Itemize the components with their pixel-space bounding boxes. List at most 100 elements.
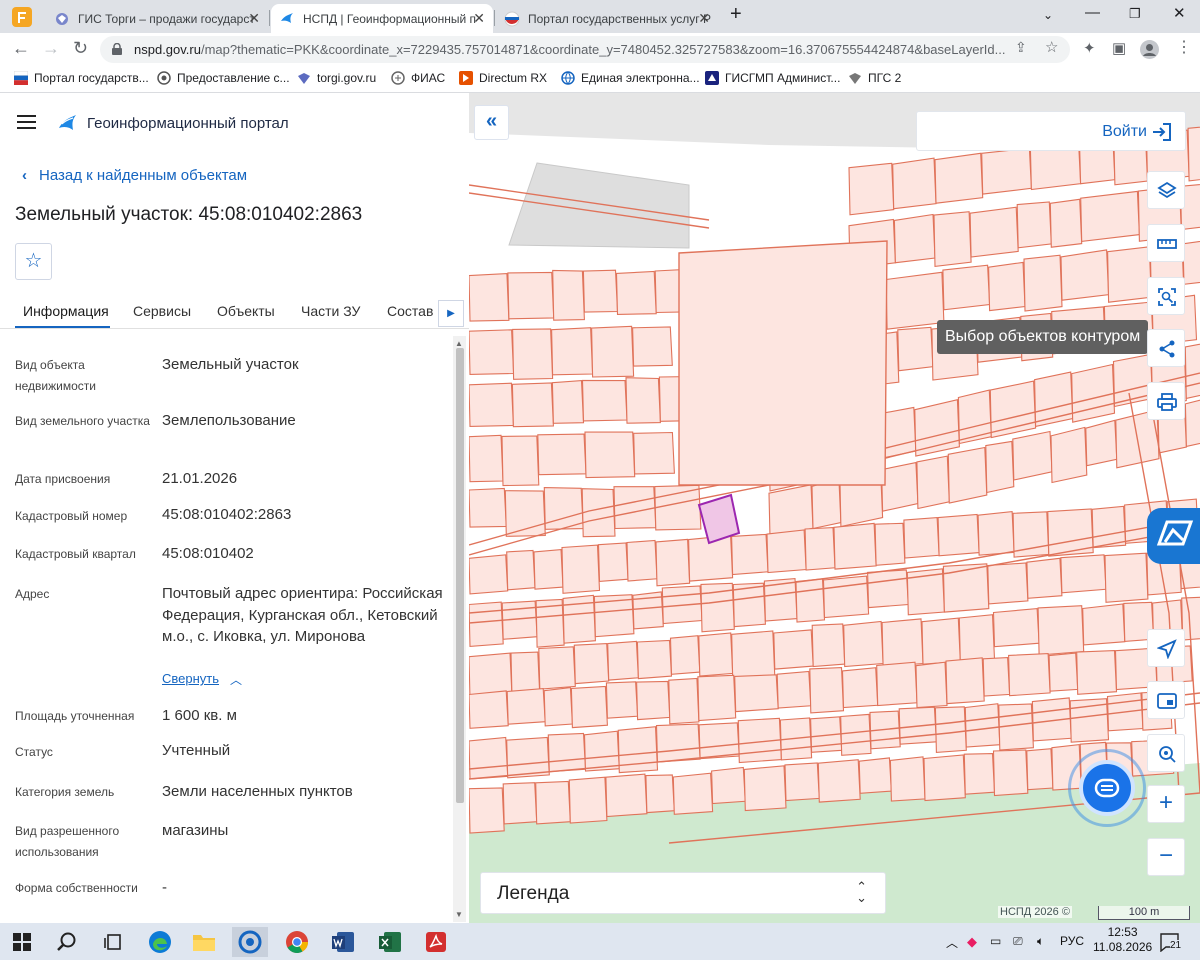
share-button[interactable]	[1147, 329, 1185, 367]
land-parcel[interactable]	[881, 618, 924, 668]
volume-icon[interactable]: 🔈︎	[1037, 934, 1044, 949]
land-parcel[interactable]	[613, 486, 657, 530]
land-parcel[interactable]	[942, 264, 991, 311]
land-parcel[interactable]	[766, 529, 807, 574]
land-parcel[interactable]	[543, 487, 584, 530]
land-parcel[interactable]	[1023, 254, 1063, 312]
land-parcel[interactable]	[841, 667, 879, 709]
land-parcel[interactable]	[697, 674, 737, 722]
land-parcel[interactable]	[881, 461, 919, 512]
close-tab-icon[interactable]: ✕	[698, 10, 710, 27]
taskbar-edge[interactable]	[142, 927, 178, 957]
tray-monitor-icon[interactable]: ▭	[990, 934, 1001, 948]
land-parcel[interactable]	[942, 563, 990, 613]
land-parcel[interactable]	[809, 667, 845, 714]
land-parcel[interactable]	[552, 269, 585, 321]
land-parcel[interactable]	[989, 380, 1037, 439]
land-parcel[interactable]	[1182, 240, 1200, 285]
land-parcel[interactable]	[636, 680, 671, 721]
land-parcel[interactable]	[511, 382, 554, 428]
land-parcel[interactable]	[469, 329, 515, 375]
close-tab-icon[interactable]: ✕	[248, 10, 260, 27]
feedback-side-tab[interactable]	[1147, 508, 1200, 564]
land-parcel[interactable]	[848, 162, 895, 216]
bookmark-predostavlenie[interactable]: Предоставление с...	[157, 71, 290, 85]
land-parcel[interactable]	[889, 756, 926, 802]
land-parcel[interactable]	[731, 630, 776, 681]
extensions-puzzle-icon[interactable]: ✦	[1083, 39, 1096, 57]
land-parcel[interactable]	[1085, 419, 1118, 467]
land-parcel[interactable]	[469, 382, 514, 427]
land-parcel[interactable]	[776, 670, 812, 709]
scroll-down-arrow-icon[interactable]: ▼	[455, 910, 463, 919]
land-parcel[interactable]	[507, 271, 555, 320]
land-parcel[interactable]	[923, 754, 966, 802]
tab-nspd[interactable]: НСПД | Геоинформационный п ✕	[271, 4, 493, 33]
land-parcel[interactable]	[561, 544, 601, 594]
new-tab-button[interactable]: +	[730, 3, 742, 26]
land-parcel[interactable]	[933, 211, 972, 268]
land-parcel[interactable]	[876, 661, 918, 707]
minimap-button[interactable]	[1147, 681, 1185, 719]
zoom-out-button[interactable]: −	[1147, 838, 1185, 876]
land-parcel[interactable]	[945, 657, 985, 705]
land-parcel[interactable]	[858, 757, 892, 794]
tab-information[interactable]: Информация	[23, 303, 109, 319]
back-arrow-icon[interactable]: ←	[12, 38, 30, 59]
close-window-button[interactable]: ✕	[1173, 4, 1186, 22]
land-parcel[interactable]	[804, 527, 836, 571]
land-parcel[interactable]	[469, 601, 504, 647]
bookmark-gosuslugi[interactable]: Портал государств...	[14, 71, 149, 85]
tab-gosuslugi[interactable]: Портал государственных услуг Р ✕	[496, 4, 718, 33]
search-location-button[interactable]	[1147, 734, 1185, 772]
taskbar-chrome[interactable]	[279, 927, 315, 957]
land-parcel[interactable]	[773, 629, 814, 670]
layers-button[interactable]	[1147, 171, 1185, 209]
land-parcel[interactable]	[1091, 505, 1127, 549]
minimize-button[interactable]: —	[1085, 4, 1100, 21]
land-parcel[interactable]	[867, 569, 909, 609]
print-button[interactable]	[1147, 382, 1185, 420]
land-parcel[interactable]	[795, 578, 826, 623]
land-parcel[interactable]	[987, 562, 1029, 605]
land-parcel[interactable]	[469, 736, 509, 780]
land-parcel[interactable]	[584, 431, 636, 479]
land-parcel[interactable]	[533, 549, 564, 590]
land-parcel[interactable]	[605, 773, 648, 818]
bookmark-gisgmp[interactable]: ГИСГМП Админист...	[705, 71, 840, 85]
land-parcel[interactable]	[1026, 557, 1063, 599]
land-parcel[interactable]	[937, 513, 980, 557]
land-parcel[interactable]	[982, 657, 1011, 697]
land-parcel[interactable]	[1107, 246, 1152, 303]
land-parcel[interactable]	[543, 686, 573, 727]
land-parcel[interactable]	[669, 635, 701, 675]
bookmark-torgi[interactable]: torgi.gov.ru	[297, 71, 376, 85]
land-parcel[interactable]	[969, 206, 1019, 258]
land-parcel[interactable]	[632, 326, 673, 367]
login-button[interactable]: Войти	[916, 111, 1186, 151]
land-parcel[interactable]	[958, 614, 996, 663]
land-parcel[interactable]	[947, 446, 988, 504]
land-parcel[interactable]	[636, 639, 673, 680]
taskbar-explorer[interactable]	[186, 927, 222, 957]
taskbar-word[interactable]	[325, 927, 361, 957]
land-parcel[interactable]	[964, 703, 1001, 748]
land-parcel[interactable]	[784, 762, 820, 802]
land-parcel[interactable]	[914, 399, 960, 457]
land-parcel[interactable]	[597, 542, 629, 582]
land-parcel[interactable]	[843, 620, 884, 668]
land-parcel[interactable]	[934, 706, 967, 753]
land-parcel[interactable]	[897, 326, 934, 372]
land-parcel[interactable]	[625, 377, 661, 424]
bookmark-pgs2[interactable]: ПГС 2	[848, 71, 901, 85]
forward-arrow-icon[interactable]: →	[42, 38, 60, 59]
land-parcel[interactable]	[1080, 190, 1140, 243]
land-parcel[interactable]	[469, 554, 509, 595]
taskbar-acrobat[interactable]	[418, 927, 454, 957]
land-parcel[interactable]	[672, 772, 714, 815]
land-parcel[interactable]	[668, 677, 700, 725]
land-parcel[interactable]	[833, 522, 877, 570]
tabs-scroll-right-button[interactable]: ▶	[438, 300, 464, 327]
land-parcel[interactable]	[506, 549, 536, 591]
land-parcel[interactable]	[1049, 198, 1083, 248]
